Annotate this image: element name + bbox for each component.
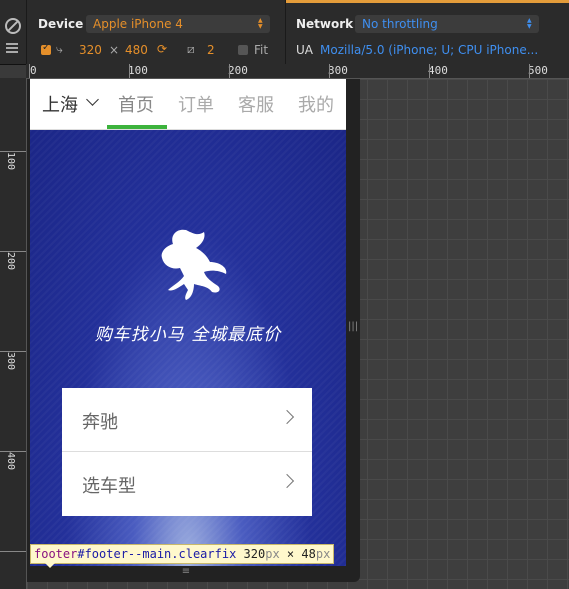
- user-agent-input[interactable]: Mozilla/5.0 (iPhone; U; CPU iPhone...: [320, 43, 538, 57]
- ruler-top: 0 100 200 300 400 500: [26, 64, 569, 79]
- inspector-times: ×: [286, 547, 295, 561]
- height-input[interactable]: 480: [125, 43, 148, 57]
- pony-logo-icon: [161, 229, 227, 300]
- ruler-left: 100 200 300 400: [0, 78, 27, 589]
- media-queries-icon[interactable]: [6, 43, 18, 53]
- times-sign: ×: [109, 43, 120, 57]
- inspector-unit: px: [315, 547, 331, 561]
- device-panel: Device Apple iPhone 4 ▲▼ ⤷ 320 × 480 ⟳ ⧄…: [26, 0, 286, 64]
- element-inspector-tooltip: footer#footer--main.clearfix 320px × 48p…: [30, 544, 335, 564]
- block-icon[interactable]: [5, 18, 21, 34]
- ruler-mark: 200: [5, 252, 16, 271]
- model-selector-row[interactable]: 选车型: [62, 452, 312, 515]
- device-mode-toolbar: Device Apple iPhone 4 ▲▼ ⤷ 320 × 480 ⟳ ⧄…: [0, 0, 569, 65]
- ruler-mark: 300: [5, 352, 16, 371]
- inspector-class: .clearfix: [171, 547, 237, 561]
- chevron-right-icon: [279, 409, 295, 425]
- ruler-mark: 400: [428, 64, 448, 77]
- tooltip-arrow: [44, 562, 56, 568]
- chevron-right-icon: [279, 473, 295, 489]
- chevron-down-icon[interactable]: [86, 93, 99, 106]
- hero-banner: 购车找小马 全城最底价 奔驰 选车型: [30, 130, 346, 566]
- resize-handle-right[interactable]: |||: [348, 315, 358, 339]
- inspector-height: 48: [301, 547, 316, 561]
- select-arrows-icon: ▲ ▼: [258, 17, 263, 30]
- scale-input[interactable]: 2: [207, 43, 215, 57]
- network-panel: Network No throttling ▲ ▼ UA Mozilla/5.0 …: [286, 0, 569, 64]
- active-tab-indicator: [107, 125, 167, 129]
- fit-label: Fit: [254, 43, 269, 57]
- top-nav: 上海 首页 订单 客服 我的: [30, 79, 346, 130]
- ruler-mark: 100: [5, 152, 16, 171]
- device-select-value: Apple iPhone 4: [93, 17, 183, 31]
- swap-dimensions-icon: ⤷: [56, 42, 63, 56]
- slogan-text: 购车找小马 全城最底价: [94, 325, 282, 345]
- brand-selector-row[interactable]: 奔驰: [62, 388, 312, 452]
- ruler-mark: 400: [5, 452, 16, 471]
- rotate-icon[interactable]: ⟳: [157, 42, 167, 56]
- ruler-mark: 500: [528, 64, 548, 77]
- inspector-tag: footer: [34, 547, 78, 561]
- network-select-value: No throttling: [362, 17, 438, 31]
- ruler-mark: 0: [30, 64, 37, 77]
- select-arrows-icon: ▲ ▼: [527, 17, 532, 30]
- fit-checkbox[interactable]: [238, 45, 248, 55]
- brand-selector-label: 奔驰: [82, 412, 118, 433]
- inspector-width: 320: [243, 547, 266, 561]
- tab-orders[interactable]: 订单: [178, 91, 214, 117]
- resize-handle-bottom[interactable]: ≡: [176, 567, 196, 578]
- inspector-unit: px: [265, 547, 280, 561]
- phone-screen: 上海 首页 订单 客服 我的 购车找小马 全城最底价 奔驰 选车型: [30, 79, 346, 566]
- ruler-mark: 200: [228, 64, 248, 77]
- inspector-id: #footer--main: [77, 547, 172, 561]
- tab-mine[interactable]: 我的: [298, 91, 334, 117]
- model-selector-label: 选车型: [82, 476, 136, 497]
- city-selector[interactable]: 上海: [42, 91, 78, 117]
- device-pixel-ratio-icon: ⧄: [187, 42, 195, 56]
- network-label: Network: [296, 17, 354, 31]
- toolbar-side-icons: [0, 0, 27, 64]
- device-select[interactable]: Apple iPhone 4 ▲ ▼: [86, 15, 270, 33]
- width-input[interactable]: 320: [79, 43, 102, 57]
- tab-home[interactable]: 首页: [118, 91, 154, 117]
- ua-label: UA: [296, 43, 313, 57]
- resolution-checkbox[interactable]: [41, 42, 51, 55]
- network-throttling-select[interactable]: No throttling ▲ ▼: [355, 15, 539, 33]
- car-selector-card: 奔驰 选车型: [62, 388, 312, 516]
- device-label: Device: [38, 17, 84, 31]
- ruler-mark: 300: [328, 64, 348, 77]
- ruler-mark: 100: [128, 64, 148, 77]
- tab-service[interactable]: 客服: [238, 91, 274, 117]
